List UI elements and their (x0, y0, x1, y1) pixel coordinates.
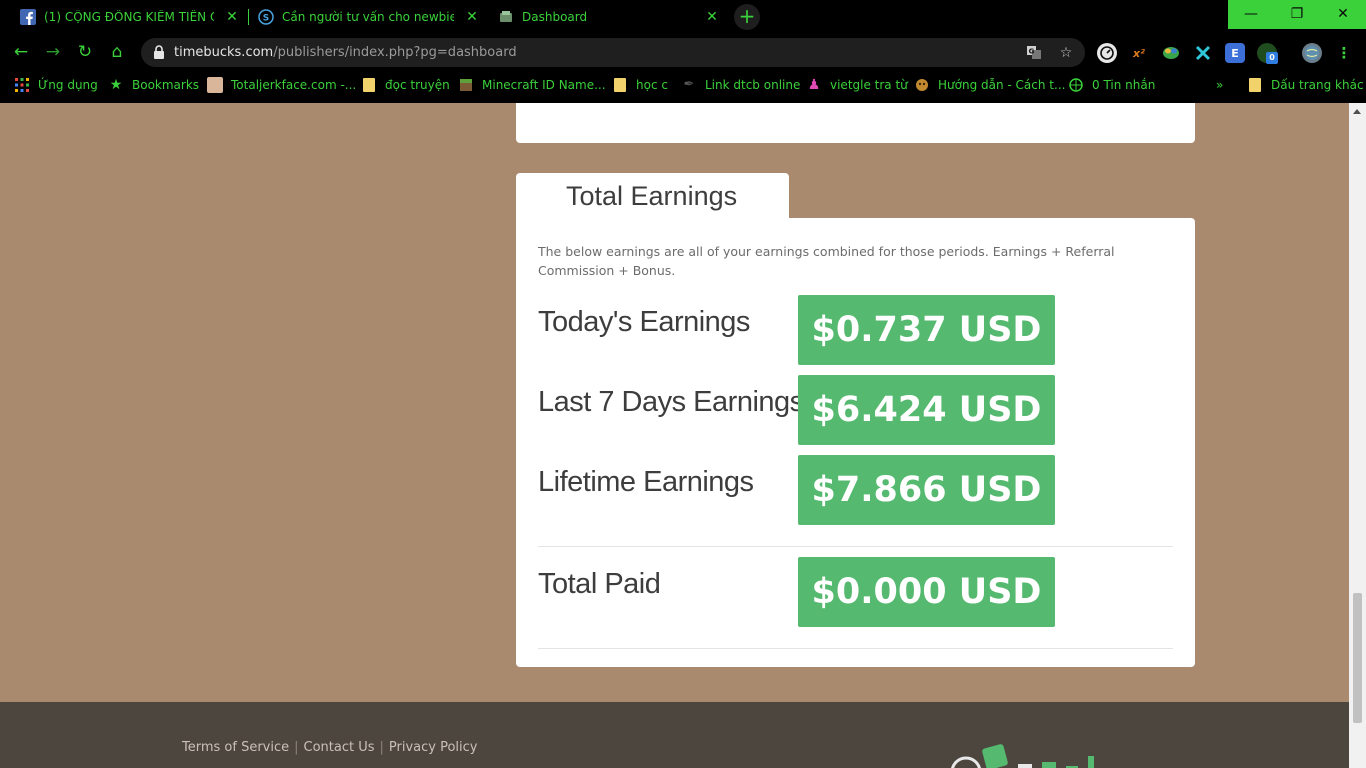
earnings-tab: Total Earnings (516, 173, 789, 220)
site-icon: S (258, 9, 274, 25)
menu-icon[interactable]: ⋮ (1334, 43, 1354, 63)
star-icon: ★ (109, 76, 123, 93)
new-tab-button[interactable]: + (734, 4, 760, 30)
bookmark-label: đọc truyện (385, 77, 450, 92)
badge-icon[interactable]: 0 (1257, 43, 1278, 64)
tab-title: Dashboard (522, 10, 588, 24)
earnings-title: Total Earnings (566, 181, 738, 211)
feather-icon: ✒ (683, 77, 695, 92)
forward-icon[interactable]: → (42, 41, 64, 63)
tab-title: Cần người tư vấn cho newbie kiếm tiền (282, 10, 454, 24)
bookmark-label: Bookmarks (132, 77, 200, 92)
folder-icon (1247, 77, 1263, 93)
tab-forum[interactable]: S Cần người tư vấn cho newbie kiếm tiền … (238, 0, 488, 34)
restore-button[interactable]: ❐ (1274, 0, 1320, 29)
speed-icon[interactable] (1097, 43, 1117, 63)
contact-us-link[interactable]: Contact Us (304, 740, 375, 755)
total-paid-amount: $0.000 USD (798, 557, 1055, 627)
bookmark-label: Totaljerkface.com -... (231, 77, 357, 92)
previous-card (516, 103, 1195, 143)
footer-separator: | (294, 740, 299, 755)
lock-icon (154, 45, 164, 59)
close-icon[interactable]: ✕ (704, 9, 720, 25)
cube-icon (458, 77, 474, 93)
footer-separator: | (379, 740, 384, 755)
bookmark-label: Dấu trang khác (1271, 77, 1364, 92)
bookmark-tin-nhan[interactable]: 0 Tin nhắn (1068, 70, 1155, 99)
vietgle-icon: ♟ (807, 76, 821, 93)
last-7-days-earnings-label: Last 7 Days Earnings (538, 386, 804, 418)
site-icon (914, 77, 930, 93)
bookmark-bookmarks[interactable]: ★ Bookmarks (108, 70, 199, 99)
bookmark-label: 0 Tin nhắn (1092, 77, 1156, 92)
bookmark-apps[interactable]: Ứng dụng (14, 70, 98, 99)
bookmark-minecraft[interactable]: Minecraft ID Name... (458, 70, 606, 99)
bookmark-vietgle[interactable]: ♟ vietgle tra từ (806, 70, 908, 99)
divider (538, 648, 1173, 649)
lifetime-earnings-label: Lifetime Earnings (538, 466, 754, 498)
translate-icon[interactable]: G (1025, 44, 1043, 62)
bookmark-label: Ứng dụng (38, 77, 98, 92)
bookmark-totaljerkface[interactable]: Totaljerkface.com -... (207, 70, 356, 99)
folder-icon (612, 77, 628, 93)
color-picker-icon[interactable] (1161, 43, 1181, 63)
tab-title: (1) CỘNG ĐỒNG KIẾM TIỀN ONLINE (44, 10, 214, 24)
timebucks-icon (498, 9, 514, 25)
todays-earnings-label: Today's Earnings (538, 306, 750, 338)
tab-strip: (1) CỘNG ĐỒNG KIẾM TIỀN ONLINE ✕ S Cần n… (0, 0, 1366, 34)
minimize-button[interactable]: — (1228, 0, 1274, 29)
site-thumb-icon (207, 76, 223, 93)
reload-icon[interactable]: ↻ (74, 41, 96, 63)
svg-text:G: G (1029, 48, 1035, 56)
bookmark-label: học c (636, 77, 668, 92)
page-viewport: Total Earnings The below earnings are al… (0, 103, 1349, 768)
lifetime-earnings-amount: $7.866 USD (798, 455, 1055, 525)
back-icon[interactable]: ← (10, 41, 32, 63)
tab-facebook[interactable]: (1) CỘNG ĐỒNG KIẾM TIỀN ONLINE ✕ (0, 0, 248, 34)
footer-links: Terms of Service | Contact Us | Privacy Poli… (182, 740, 478, 755)
home-icon[interactable]: ⌂ (106, 41, 128, 63)
address-bar[interactable]: timebucks.com/publishers/index.php?pg=da… (141, 38, 1085, 67)
bookmark-label: Hướng dẫn - Cách t... (938, 77, 1066, 92)
e-icon[interactable]: E (1225, 43, 1245, 63)
tab-dashboard[interactable]: Dashboard ✕ (478, 0, 728, 34)
svg-text:S: S (263, 14, 269, 24)
scroll-up-icon[interactable] (1353, 109, 1361, 114)
extension-badge: 0 (1266, 52, 1278, 64)
last-7-days-earnings-amount: $6.424 USD (798, 375, 1055, 445)
todays-earnings-amount: $0.737 USD (798, 295, 1055, 365)
close-window-button[interactable]: ✕ (1320, 0, 1366, 29)
bookmark-star-icon[interactable]: ☆ (1057, 44, 1075, 62)
scrollbar-thumb[interactable] (1353, 593, 1362, 723)
globe-icon (1068, 77, 1084, 93)
page-scrollbar[interactable] (1349, 103, 1366, 768)
url-text: timebucks.com/publishers/index.php?pg=da… (174, 45, 517, 60)
bookmark-doc-truyen[interactable]: đọc truyện (361, 70, 450, 99)
puzzle-icon[interactable] (1193, 43, 1213, 63)
bookmarks-overflow-button[interactable]: » (1216, 70, 1223, 99)
x2-icon[interactable]: x² (1129, 43, 1149, 63)
earnings-description: The below earnings are all of your earni… (538, 244, 1115, 278)
bookmark-label: Minecraft ID Name... (482, 77, 606, 92)
privacy-policy-link[interactable]: Privacy Policy (389, 740, 478, 755)
globe-icon[interactable] (1302, 43, 1322, 63)
other-bookmarks[interactable]: Dấu trang khác (1247, 70, 1364, 99)
terms-of-service-link[interactable]: Terms of Service (182, 740, 289, 755)
total-paid-label: Total Paid (538, 568, 661, 600)
bookmark-hoc-c[interactable]: học c (612, 70, 668, 99)
bookmarks-bar: Ứng dụng ★ Bookmarks Totaljerkface.com -… (0, 70, 1366, 103)
bookmark-label: Link dtcb online (705, 77, 801, 92)
page-footer: Terms of Service | Contact Us | Privacy Poli… (0, 702, 1349, 768)
earnings-card: The below earnings are all of your earni… (516, 218, 1195, 667)
bookmark-link-dtcb[interactable]: ✒ Link dtcb online (681, 70, 801, 99)
bookmark-huong-dan[interactable]: Hướng dẫn - Cách t... (914, 70, 1065, 99)
apps-grid-icon (14, 77, 30, 93)
folder-icon (361, 77, 377, 93)
bookmark-label: vietgle tra từ (830, 77, 908, 92)
timebucks-logo-icon (951, 744, 1094, 768)
facebook-icon (20, 9, 36, 25)
divider (538, 546, 1173, 547)
